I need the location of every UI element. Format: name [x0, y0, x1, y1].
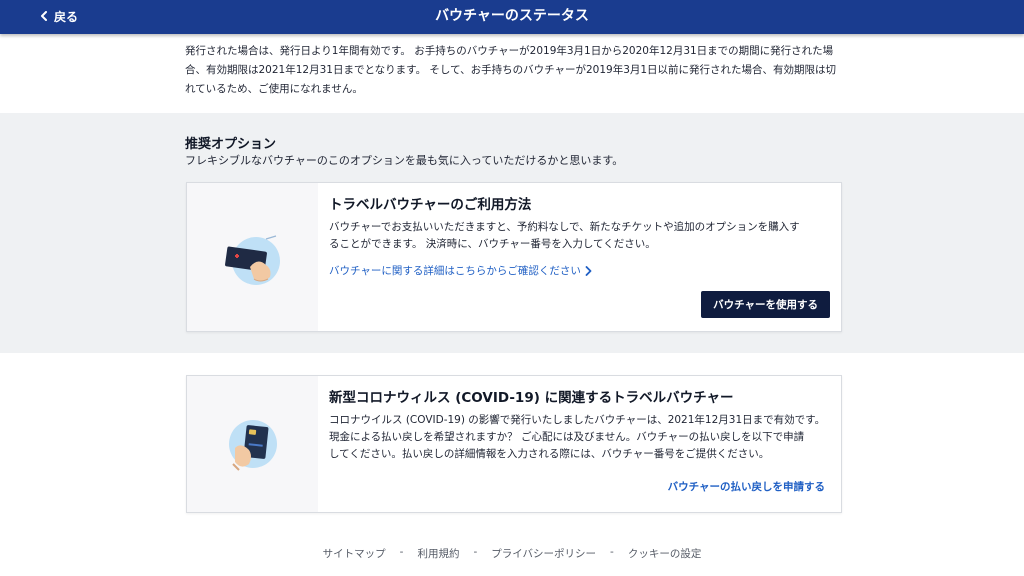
travel-voucher-line-1: バウチャーでお支払いいただきますと、予約料なしで、新たなチケットや追加のオプショ…: [329, 221, 800, 233]
recommended-options-subtitle: フレキシブルなバウチャーのこのオプションを最も気に入っていただけるかと思います。: [185, 154, 624, 167]
covid-voucher-line-1: コロナウイルス (COVID-19) の影響で発行いたしましたバウチャーは、20…: [329, 414, 826, 426]
card-illustration: [187, 376, 318, 512]
validity-line-3: れているため、ご使用になれません。: [185, 83, 363, 95]
footer-links: サイトマップ - 利用規約 - プライバシーポリシー - クッキーの設定: [0, 546, 1024, 561]
covid-voucher-line-3: してください。払い戻しの詳細情報を入力される際には、バウチャー番号をご提供くださ…: [329, 448, 770, 460]
footer-separator: -: [399, 546, 404, 558]
card-hand-icon: [228, 420, 277, 471]
covid-voucher-title: 新型コロナウィルス (COVID-19) に関連するトラベルバウチャー: [329, 390, 734, 406]
back-button[interactable]: 戻る: [40, 0, 78, 32]
footer-privacy-link[interactable]: プライバシーポリシー: [491, 546, 596, 561]
top-navigation-bar: バウチャーのステータス 戻る: [0, 0, 1024, 34]
footer-cookie-settings-link[interactable]: クッキーの設定: [628, 546, 702, 561]
voucher-details-link[interactable]: バウチャーに関する詳細はこちらからご確認ください: [329, 263, 592, 278]
card-illustration: [187, 183, 318, 331]
footer-sitemap-link[interactable]: サイトマップ: [323, 546, 386, 561]
covid-voucher-description: コロナウイルス (COVID-19) の影響で発行いたしましたバウチャーは、20…: [329, 412, 829, 463]
travel-voucher-card: トラベルバウチャーのご利用方法 バウチャーでお支払いいただきますと、予約料なしで…: [186, 182, 842, 332]
footer-separator: -: [610, 546, 614, 558]
travel-voucher-title: トラベルバウチャーのご利用方法: [329, 197, 532, 213]
validity-line-2: 合、有効期限は2021年12月31日までとなります。 そして、お手持ちのバウチャ…: [185, 64, 837, 76]
footer-terms-link[interactable]: 利用規約: [417, 546, 459, 561]
request-refund-link[interactable]: バウチャーの払い戻しを申請する: [668, 479, 825, 494]
recommended-options-title: 推奨オプション: [185, 137, 277, 152]
validity-line-1: 発行された場合は、発行日より1年間有効です。 お手持ちのバウチャーが2019年3…: [185, 45, 834, 57]
use-voucher-button[interactable]: バウチャーを使用する: [701, 291, 830, 318]
validity-description: 発行された場合は、発行日より1年間有効です。 お手持ちのバウチャーが2019年3…: [185, 36, 845, 99]
travel-voucher-description: バウチャーでお支払いいただきますと、予約料なしで、新たなチケットや追加のオプショ…: [329, 219, 829, 253]
voucher-details-link-label: バウチャーに関する詳細はこちらからご確認ください: [329, 265, 581, 277]
chevron-left-icon: [41, 11, 47, 21]
covid-voucher-line-2: 現金による払い戻しを希望されますか？ ご心配には及びません。バウチャーの払い戻し…: [329, 431, 805, 443]
page-title: バウチャーのステータス: [435, 8, 589, 24]
covid-voucher-card: 新型コロナウィルス (COVID-19) に関連するトラベルバウチャー コロナウ…: [186, 375, 842, 513]
travel-voucher-line-2: ることができます。 決済時に、バウチャー番号を入力してください。: [329, 238, 656, 250]
boarding-pass-hand-icon: [224, 235, 280, 285]
chevron-right-icon: [585, 265, 592, 276]
footer-separator: -: [473, 546, 478, 558]
back-label: 戻る: [54, 9, 79, 24]
